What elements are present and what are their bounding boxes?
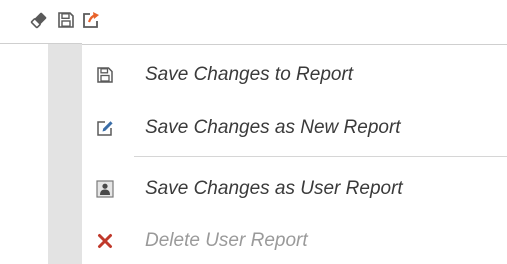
save-icon	[96, 66, 114, 84]
menu-item-label: Save Changes as User Report	[145, 178, 403, 199]
menu-item-label: Save Changes as New Report	[145, 117, 401, 138]
menu-item-label: Delete User Report	[145, 230, 308, 251]
save-dropdown-menu: Save Changes to Report Save Changes as N…	[82, 44, 507, 264]
delete-icon	[96, 232, 114, 250]
save-icon[interactable]	[56, 10, 76, 30]
user-icon	[96, 180, 114, 198]
export-icon[interactable]	[81, 10, 101, 30]
menu-separator	[134, 156, 507, 157]
report-toolbar	[0, 0, 507, 44]
menu-item-save-changes-as-new-report[interactable]: Save Changes as New Report	[82, 109, 507, 147]
menu-item-save-changes-as-user-report[interactable]: Save Changes as User Report	[82, 170, 507, 208]
menu-item-save-changes-to-report[interactable]: Save Changes to Report	[82, 56, 507, 94]
eraser-icon[interactable]	[29, 10, 49, 30]
menu-item-delete-user-report[interactable]: Delete User Report	[82, 222, 507, 260]
menu-item-label: Save Changes to Report	[145, 64, 354, 85]
edit-icon	[96, 119, 114, 137]
side-panel	[48, 44, 82, 264]
